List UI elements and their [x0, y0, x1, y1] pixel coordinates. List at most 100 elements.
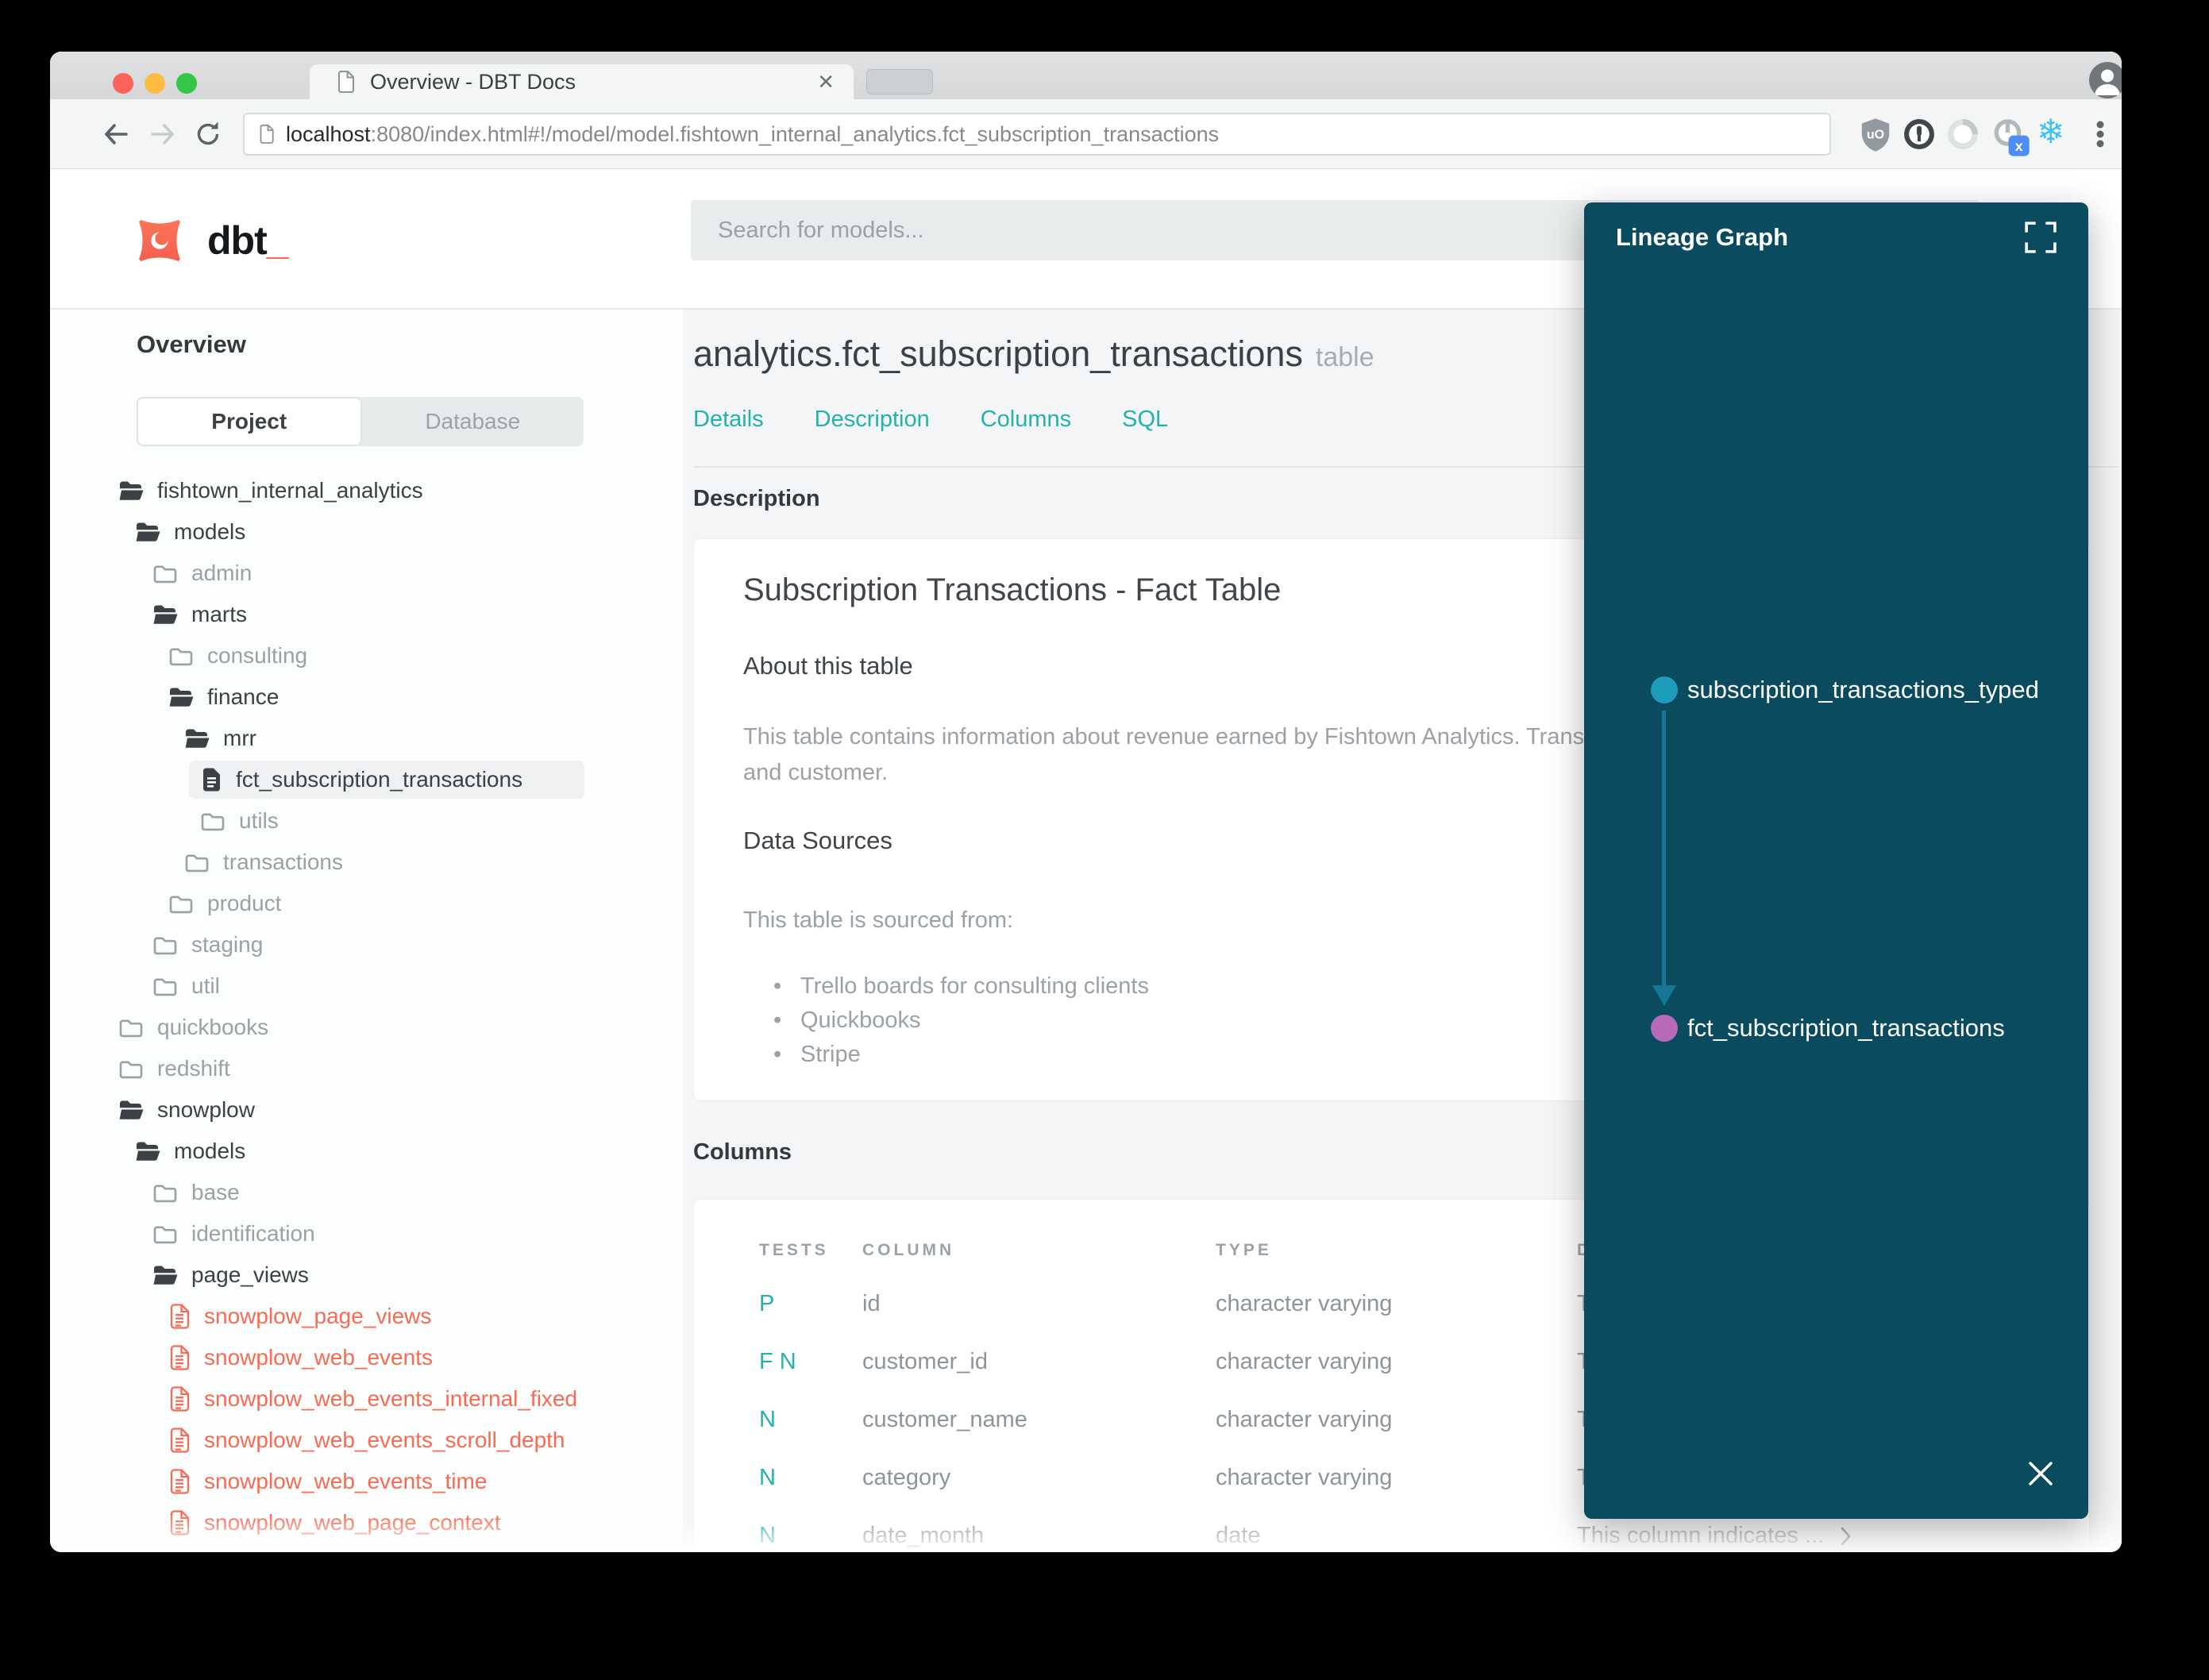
tree-item[interactable]: snowplow_web_page_context	[50, 1502, 683, 1543]
folder-open-icon	[168, 686, 194, 708]
column-name: customer_id	[862, 1349, 988, 1374]
tree-item-label: models	[174, 519, 246, 544]
snowflake-extension-icon[interactable]: ❄	[2037, 112, 2064, 151]
tree-item[interactable]: models	[50, 1131, 683, 1172]
model-nav-tab[interactable]: Description	[815, 407, 930, 433]
tests-header: TESTS	[759, 1241, 829, 1259]
tab-title: Overview - DBT Docs	[370, 69, 576, 94]
tree-item-label: redshift	[157, 1056, 230, 1081]
expand-fullscreen-icon[interactable]	[2025, 222, 2057, 253]
tab-project[interactable]: Project	[137, 397, 362, 446]
tree-item[interactable]: models	[50, 511, 683, 553]
tree-item-label: base	[191, 1180, 240, 1204]
data-source-item: Trello boards for consulting clients	[773, 969, 1149, 1004]
tree-item[interactable]: snowplow_web_events_time	[50, 1461, 683, 1502]
tree-item[interactable]: fct_subscription_transactions	[50, 759, 683, 800]
browser-window: Overview - DBT Docs ✕ localhost:8080/ind…	[50, 52, 2122, 1552]
extension-circle-icon[interactable]	[1945, 117, 1980, 152]
tree-item[interactable]: quickbooks	[50, 1007, 683, 1048]
model-nav-tab[interactable]: Columns	[981, 407, 1071, 433]
data-sources-heading: Data Sources	[743, 827, 892, 854]
tree-item[interactable]: snowplow_page_views	[50, 1296, 683, 1337]
browser-tab[interactable]: Overview - DBT Docs ✕	[310, 64, 854, 99]
tree-item[interactable]: transactions	[50, 842, 683, 883]
tree-item[interactable]: mrr	[50, 718, 683, 759]
tree-item-label: consulting	[207, 643, 308, 668]
lineage-graph-title: Lineage Graph	[1616, 223, 1789, 251]
forward-button[interactable]	[147, 118, 179, 150]
folder-open-icon	[118, 1099, 144, 1121]
folder-open-icon	[184, 727, 210, 749]
new-tab-button[interactable]	[866, 69, 933, 94]
project-database-toggle: Project Database	[137, 397, 584, 446]
traffic-light-maximize[interactable]	[176, 73, 197, 94]
model-file-icon	[168, 1428, 191, 1453]
tree-item[interactable]: snowplow_web_events_scroll_depth	[50, 1420, 683, 1461]
data-source-item: Quickbooks	[773, 1004, 1149, 1038]
tree-item-label: mrr	[223, 726, 256, 750]
lineage-edge-arrowhead	[1652, 985, 1676, 1006]
refresh-button[interactable]	[192, 118, 224, 150]
lineage-graph-panel: Lineage Graph subscription_transactions_…	[1584, 202, 2088, 1519]
traffic-light-close[interactable]	[113, 73, 133, 94]
svg-text:uO: uO	[1867, 128, 1884, 142]
back-button[interactable]	[100, 118, 132, 150]
folder-open-icon	[135, 1140, 160, 1162]
tree-item[interactable]: page_views	[50, 1254, 683, 1296]
tree-item[interactable]: admin	[50, 553, 683, 594]
tree-item[interactable]: snowplow_web_events_internal_fixed	[50, 1378, 683, 1420]
profile-avatar[interactable]	[2089, 62, 2122, 98]
model-nav-tabs: Details Description Columns SQL	[693, 407, 1168, 433]
data-sources-list: Trello boards for consulting clientsQuic…	[773, 969, 1149, 1072]
tree-item[interactable]: base	[50, 1172, 683, 1213]
column-name: id	[862, 1291, 881, 1316]
ublock-extension-icon[interactable]: uO	[1858, 117, 1893, 153]
tree-item[interactable]: redshift	[50, 1048, 683, 1089]
folder-icon	[152, 934, 178, 956]
browser-menu-icon[interactable]	[2083, 117, 2118, 152]
url-bar[interactable]: localhost:8080/index.html#!/model/model.…	[243, 113, 1831, 156]
tree-item[interactable]: staging	[50, 924, 683, 965]
lineage-node-source[interactable]: subscription_transactions_typed	[1651, 676, 2039, 704]
column-tests: N	[759, 1407, 776, 1432]
tree-item-label: snowplow_page_views	[204, 1304, 432, 1328]
page-icon	[259, 124, 275, 144]
folder-open-icon	[118, 480, 144, 502]
tab-close-icon[interactable]: ✕	[817, 70, 835, 94]
tree-item-label: admin	[191, 561, 253, 585]
tree-item[interactable]: product	[50, 883, 683, 924]
tree-item[interactable]: utils	[50, 800, 683, 842]
data-source-item: Stripe	[773, 1038, 1149, 1072]
tree-item[interactable]: snowplow	[50, 1089, 683, 1131]
lineage-node-target[interactable]: fct_subscription_transactions	[1651, 1014, 2005, 1042]
folder-icon	[152, 975, 178, 997]
close-icon[interactable]	[2026, 1458, 2056, 1489]
folder-icon	[168, 645, 194, 667]
tree-item[interactable]: identification	[50, 1213, 683, 1254]
tree-item[interactable]: marts	[50, 594, 683, 635]
tree-item[interactable]: util	[50, 965, 683, 1007]
tab-database[interactable]: Database	[362, 397, 584, 446]
dbt-logo[interactable]: dbt_	[129, 210, 289, 271]
model-nav-tab[interactable]: SQL	[1122, 407, 1168, 433]
power-extension-icon[interactable]: x	[1990, 117, 2031, 158]
model-nav-tab[interactable]: Details	[693, 407, 764, 433]
column-name: category	[862, 1465, 951, 1490]
tree-item[interactable]: finance	[50, 676, 683, 718]
onepassword-extension-icon[interactable]	[1902, 117, 1937, 152]
sidebar-title: Overview	[137, 330, 246, 358]
tree-item[interactable]: fishtown_internal_analytics	[50, 470, 683, 511]
folder-icon	[118, 1016, 144, 1038]
tree-item-label: staging	[191, 932, 264, 957]
tree-item-label: snowplow	[157, 1097, 255, 1122]
folder-icon	[184, 851, 210, 873]
tree-item-label: transactions	[223, 850, 343, 874]
tree-item[interactable]: snowplow_web_events	[50, 1337, 683, 1378]
traffic-light-minimize[interactable]	[145, 73, 165, 94]
chevron-right-icon[interactable]	[1837, 1526, 1855, 1547]
tree-item-label: snowplow_web_page_context	[204, 1510, 501, 1535]
column-type: character varying	[1216, 1407, 1393, 1432]
tree-item-label: fishtown_internal_analytics	[157, 478, 423, 503]
tree-item[interactable]: consulting	[50, 635, 683, 676]
url-path: :8080/index.html#!/model/model.fishtown_…	[370, 121, 1220, 146]
